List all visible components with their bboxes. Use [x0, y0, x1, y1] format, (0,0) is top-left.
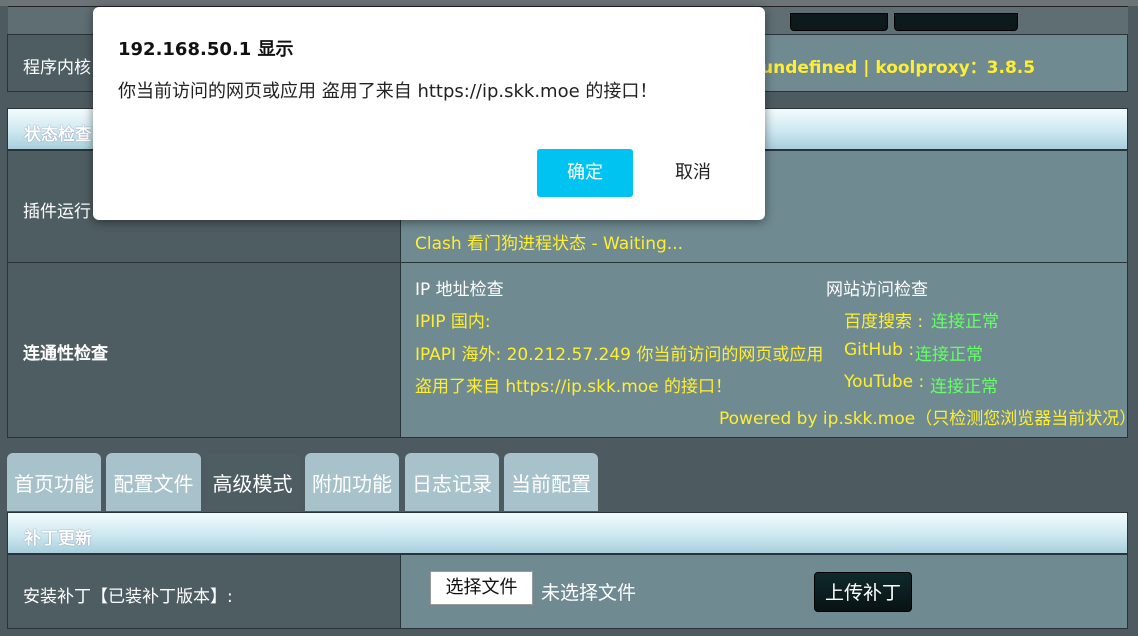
- patch-label-cell: 安装补丁【已装补丁版本】:: [8, 555, 401, 628]
- tab-config-files[interactable]: 配置文件: [106, 453, 201, 511]
- ipip-line: IPIP 国内:: [415, 312, 491, 332]
- site-check-header: 网站访问检查: [826, 280, 928, 300]
- kernel-label: 程序内核: [23, 58, 91, 78]
- site-youtube-status: 连接正常: [930, 377, 998, 397]
- ok-button[interactable]: 确定: [537, 149, 633, 197]
- site-github-status: 连接正常: [915, 345, 983, 365]
- patch-section-title: 补丁更新: [24, 529, 92, 549]
- site-github-name: GitHub :: [844, 340, 915, 360]
- top-button-2[interactable]: [894, 13, 1018, 31]
- site-baidu-name: 百度搜索 :: [844, 312, 924, 332]
- cancel-button[interactable]: 取消: [653, 149, 733, 197]
- connectivity-label: 连通性检查: [23, 344, 108, 364]
- tab-home[interactable]: 首页功能: [7, 453, 101, 511]
- dialog-title: 192.168.50.1 显示: [118, 39, 294, 60]
- top-button-1[interactable]: [790, 13, 888, 31]
- site-baidu-status: 连接正常: [931, 312, 999, 332]
- router-page: 程序内核 undefined | koolproxy：3.8.5 状态检查 插件…: [0, 0, 1138, 636]
- ip-check-header: IP 地址检查: [415, 280, 504, 300]
- tab-current-config[interactable]: 当前配置: [504, 453, 598, 511]
- connectivity-row: 连通性检查 IP 地址检查 网站访问检查 IPIP 国内: IPAPI 海外: …: [7, 262, 1136, 438]
- alert-dialog: 192.168.50.1 显示 你当前访问的网页或应用 盗用了来自 https:…: [93, 7, 765, 220]
- status-section-title: 状态检查: [24, 125, 92, 145]
- no-file-text: 未选择文件: [541, 582, 637, 604]
- connectivity-value-cell: IP 地址检查 网站访问检查 IPIP 国内: IPAPI 海外: 20.212…: [401, 263, 1136, 437]
- kernel-value: undefined | koolproxy：3.8.5: [761, 58, 1036, 78]
- ipapi-line-2: 盗用了来自 https://ip.skk.moe 的接口！: [415, 377, 733, 397]
- patch-install-label: 安装补丁【已装补丁版本】:: [23, 587, 233, 607]
- tab-advanced-mode[interactable]: 高级模式: [205, 453, 300, 511]
- choose-file-button[interactable]: 选择文件: [430, 571, 533, 605]
- site-youtube-name: YouTube :: [844, 372, 925, 392]
- dialog-message: 你当前访问的网页或应用 盗用了来自 https://ip.skk.moe 的接口…: [118, 81, 658, 102]
- ipapi-line-1: IPAPI 海外: 20.212.57.249 你当前访问的网页或应用: [415, 345, 824, 365]
- tab-extra-functions[interactable]: 附加功能: [305, 453, 399, 511]
- patch-section-header: 补丁更新: [7, 512, 1128, 554]
- tab-logs[interactable]: 日志记录: [405, 453, 499, 511]
- plugin-label: 插件运行: [23, 202, 91, 222]
- connectivity-label-cell: 连通性检查: [8, 263, 401, 437]
- clash-status: Clash 看门狗进程状态 - Waiting...: [415, 234, 684, 254]
- upload-patch-button[interactable]: 上传补丁: [814, 572, 912, 612]
- powered-by: Powered by ip.skk.moe（只检测您浏览器当前状况）: [719, 409, 1137, 429]
